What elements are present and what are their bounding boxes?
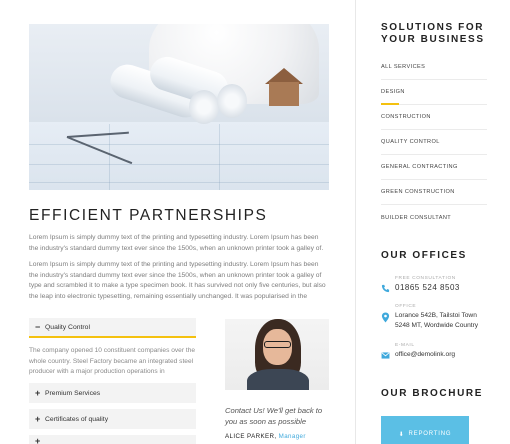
- phone-number[interactable]: 01865 524 8503: [395, 283, 460, 293]
- blueprint-paper: [29, 122, 329, 190]
- accordion-item-quality-control[interactable]: − Quality Control: [29, 318, 196, 338]
- address-label: OFFICE: [395, 304, 417, 309]
- contact-note: Contact Us! We'll get back to you as soo…: [225, 406, 323, 426]
- nav-item-general-contracting[interactable]: GENERAL CONTRACTING: [381, 155, 487, 180]
- nav-item-design[interactable]: DESIGN: [381, 80, 487, 105]
- accordion-item-more[interactable]: +: [29, 435, 196, 444]
- envelope-icon: [381, 352, 390, 359]
- solutions-heading-line1: SOLUTIONS FOR: [381, 22, 485, 33]
- accordion-body: The company opened 10 constituent compan…: [29, 347, 196, 375]
- minus-icon: −: [35, 322, 41, 332]
- intro-paragraph: Lorem Ipsum is simply dummy text of the …: [29, 234, 324, 252]
- nav-item-builder-consultant[interactable]: BUILDER CONSULTANT: [381, 205, 487, 230]
- phone-icon: [381, 284, 390, 293]
- offices-heading: OUR OFFICES: [381, 250, 467, 261]
- download-icon: ⬇: [398, 431, 405, 438]
- photo-shirt: [247, 369, 309, 390]
- accordion-item-label: Certificates of quality: [45, 415, 109, 423]
- nav-item-all-services[interactable]: ALL SERVICES: [381, 55, 487, 80]
- nav-item-quality-control[interactable]: QUALITY CONTROL: [381, 130, 487, 155]
- manager-name: ALICE PARKER,: [225, 433, 277, 440]
- blueprint-line: [219, 124, 220, 190]
- blueprint-line: [29, 164, 329, 165]
- blueprint-roll-end: [217, 84, 247, 118]
- nav-item-green-construction[interactable]: GREEN CONSTRUCTION: [381, 180, 487, 205]
- blueprint-roll-end: [189, 90, 219, 124]
- accordion-item-label: Premium Services: [45, 389, 101, 397]
- plus-icon: +: [35, 414, 41, 424]
- blueprint-line: [29, 182, 329, 183]
- manager-photo: [225, 319, 329, 390]
- accordion-item-premium-services[interactable]: + Premium Services: [29, 383, 196, 403]
- nav-item-construction[interactable]: CONSTRUCTION: [381, 105, 487, 130]
- accordion-item-certificates[interactable]: + Certificates of quality: [29, 409, 196, 429]
- plus-icon: +: [35, 436, 41, 444]
- sidebar-divider: [355, 0, 356, 444]
- solutions-heading-line2: YOUR BUSINESS: [381, 34, 485, 45]
- body-paragraph: Lorem Ipsum is simply dummy text of the …: [29, 261, 326, 300]
- solutions-heading: SOLUTIONS FOR YOUR BUSINESS: [381, 22, 485, 46]
- address-line1: Lorance 542B, Tailstoi Town: [395, 312, 477, 319]
- brochure-heading: OUR BROCHURE: [381, 388, 483, 399]
- hero-image: [29, 24, 329, 190]
- page-title: EFFICIENT PARTNERSHIPS: [29, 207, 268, 224]
- photo-glasses: [264, 341, 291, 348]
- blueprint-line: [29, 144, 329, 145]
- house-model: [269, 82, 299, 106]
- plus-icon: +: [35, 388, 41, 398]
- phone-label: FREE CONSULTATION: [395, 276, 456, 281]
- email-address[interactable]: office@demolink.org: [395, 350, 455, 360]
- brochure-button-label: REPORTING: [408, 431, 452, 437]
- manager-signature: ALICE PARKER, Manager: [225, 433, 306, 440]
- download-brochure-button[interactable]: ⬇ REPORTING: [381, 416, 469, 444]
- manager-role: Manager: [278, 433, 306, 440]
- address-line2: 5248 MT, Wordwide Country: [395, 321, 479, 329]
- accordion-item-label: Quality Control: [45, 323, 90, 331]
- email-label: E-MAIL: [395, 343, 415, 348]
- location-pin-icon: [381, 312, 390, 323]
